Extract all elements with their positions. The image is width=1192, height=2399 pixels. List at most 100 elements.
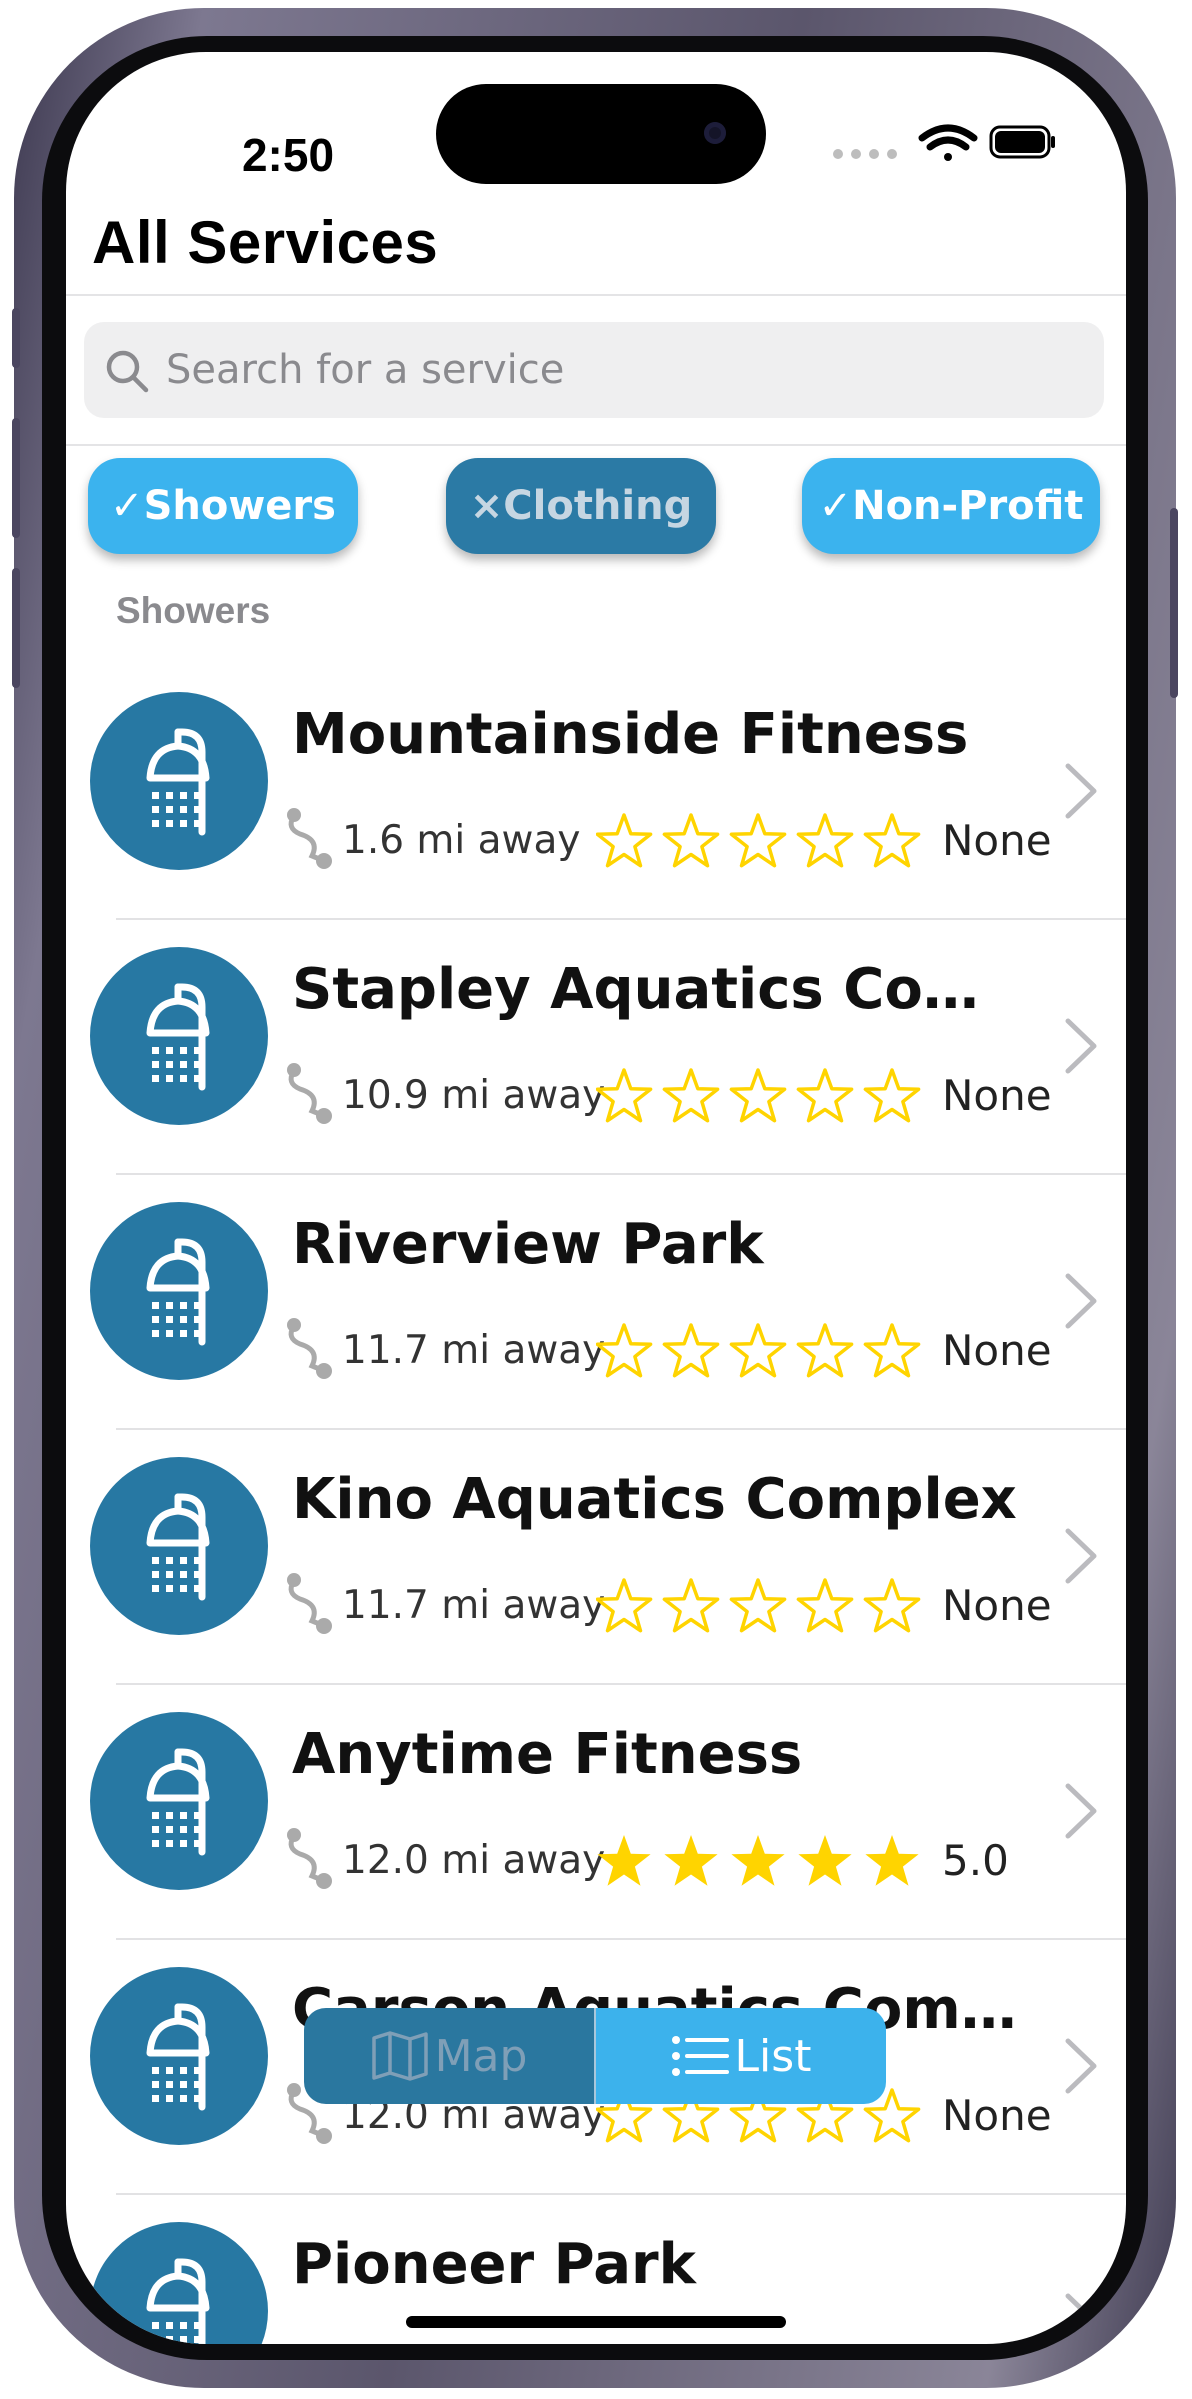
- map-icon: [371, 2031, 428, 2081]
- search-input[interactable]: [164, 338, 1068, 402]
- service-category-icon: [90, 947, 268, 1125]
- service-row[interactable]: Anytime Fitness 12.0 mi away 5.0: [66, 1686, 1126, 1940]
- search-bar[interactable]: [84, 322, 1104, 418]
- chevron-right-icon: [1065, 1018, 1097, 1074]
- rating-stars: [596, 1323, 921, 1378]
- map-view-button[interactable]: Map: [304, 2008, 596, 2104]
- star-outline-icon: [863, 1068, 921, 1123]
- filter-chip-clothing[interactable]: ×Clothing: [446, 458, 716, 554]
- action-button: [12, 308, 20, 368]
- rating-value: None: [942, 1326, 1052, 1375]
- star-outline-icon: [796, 1068, 854, 1123]
- power-button: [1170, 508, 1178, 698]
- search-icon: [106, 350, 149, 393]
- star-outline-icon: [596, 1578, 653, 1633]
- star-filled-icon: [798, 1835, 852, 1886]
- service-name: Stapley Aquatics Compl...: [292, 957, 1022, 1022]
- star-outline-icon: [662, 1578, 720, 1633]
- row-divider: [116, 2193, 1126, 2195]
- row-divider: [116, 1428, 1126, 1430]
- service-distance: 11.7 mi away: [342, 1583, 606, 1628]
- volume-up-button: [12, 418, 20, 538]
- service-name: Riverview Park: [292, 1212, 764, 1277]
- page-title: All Services: [92, 209, 439, 276]
- shower-icon: [146, 2258, 210, 2344]
- service-name: Kino Aquatics Complex: [292, 1467, 1017, 1532]
- rating-value: None: [942, 2091, 1052, 2140]
- star-outline-icon: [596, 1068, 653, 1123]
- shower-icon: [146, 1493, 210, 1601]
- camera-icon: [704, 122, 726, 144]
- shower-icon: [146, 983, 210, 1091]
- star-filled-icon: [731, 1835, 785, 1886]
- star-outline-icon: [796, 813, 854, 868]
- home-indicator: [406, 2316, 786, 2328]
- route-icon: [287, 1063, 332, 1124]
- service-name: Mountainside Fitness: [292, 702, 969, 767]
- service-name: Anytime Fitness: [292, 1722, 803, 1787]
- star-outline-icon: [796, 1578, 854, 1633]
- list-view-label: List: [734, 2030, 812, 2082]
- star-outline-icon: [596, 813, 653, 868]
- service-distance: 12.0 mi away: [342, 1838, 606, 1883]
- chevron-right-icon: [1065, 2293, 1097, 2344]
- app-screen: 2:50 All Services ✓Showers ×Clothing ✓No…: [66, 52, 1126, 2344]
- rating-stars: [597, 1835, 919, 1886]
- list-icon: [671, 2036, 729, 2076]
- row-divider: [116, 1938, 1126, 1940]
- battery-icon: [989, 125, 1055, 159]
- service-row[interactable]: Kino Aquatics Complex 11.7 mi away None: [66, 1431, 1126, 1685]
- service-category-icon: [90, 1712, 268, 1890]
- route-icon: [287, 1318, 332, 1379]
- service-distance: 11.7 mi away: [342, 1328, 606, 1373]
- search-divider: [66, 444, 1126, 446]
- header-divider: [66, 294, 1126, 296]
- chevron-right-icon: [1065, 2038, 1097, 2094]
- star-outline-icon: [662, 1323, 720, 1378]
- star-outline-icon: [596, 1323, 653, 1378]
- route-icon: [287, 1573, 332, 1634]
- star-outline-icon: [729, 1578, 787, 1633]
- service-name: Pioneer Park: [292, 2232, 696, 2297]
- service-category-icon: [90, 692, 268, 870]
- service-row[interactable]: Stapley Aquatics Compl... 10.9 mi away Non…: [66, 921, 1126, 1175]
- service-row[interactable]: Riverview Park 11.7 mi away None: [66, 1176, 1126, 1430]
- star-outline-icon: [729, 1323, 787, 1378]
- service-category-icon: [90, 2222, 268, 2344]
- service-distance: 1.6 mi away: [342, 818, 581, 863]
- filter-chip-non-profit[interactable]: ✓Non-Profit: [802, 458, 1100, 554]
- chevron-right-icon: [1065, 1273, 1097, 1329]
- star-filled-icon: [597, 1835, 651, 1886]
- service-category-icon: [90, 1202, 268, 1380]
- filter-chip-showers[interactable]: ✓Showers: [88, 458, 358, 554]
- rating-stars: [596, 813, 921, 868]
- service-row[interactable]: Mountainside Fitness 1.6 mi away None: [66, 666, 1126, 920]
- row-divider: [116, 1173, 1126, 1175]
- service-category-icon: [90, 1967, 268, 2145]
- view-toggle: Map List: [304, 2008, 886, 2104]
- shower-icon: [146, 1238, 210, 1346]
- star-filled-icon: [865, 1835, 919, 1886]
- volume-down-button: [12, 568, 20, 688]
- status-icons: [833, 124, 1055, 161]
- rating-stars: [596, 1578, 921, 1633]
- star-outline-icon: [863, 1323, 921, 1378]
- status-time: 2:50: [241, 129, 335, 181]
- section-header: Showers: [116, 590, 271, 631]
- star-outline-icon: [662, 813, 720, 868]
- rating-value: None: [942, 1071, 1052, 1120]
- chevron-right-icon: [1065, 1528, 1097, 1584]
- rating-value: None: [942, 816, 1052, 865]
- route-icon: [287, 1828, 332, 1889]
- star-outline-icon: [729, 1068, 787, 1123]
- signal-icon: [833, 149, 897, 159]
- rating-stars: [596, 1068, 921, 1123]
- map-view-label: Map: [434, 2030, 528, 2082]
- star-outline-icon: [796, 1323, 854, 1378]
- list-view-button[interactable]: List: [596, 2008, 886, 2104]
- chevron-right-icon: [1065, 763, 1097, 819]
- row-divider: [116, 1683, 1126, 1685]
- rating-value: 5.0: [942, 1836, 1009, 1885]
- star-outline-icon: [863, 1578, 921, 1633]
- star-outline-icon: [662, 1068, 720, 1123]
